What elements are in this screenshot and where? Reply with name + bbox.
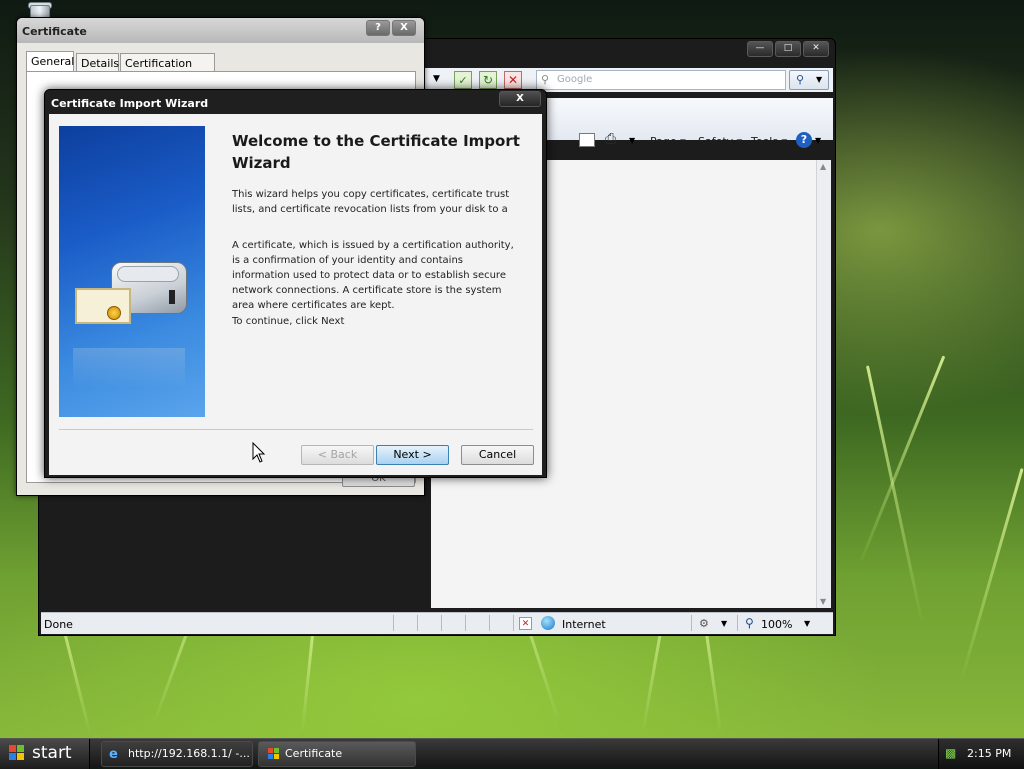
search-input[interactable]: ⚲ Google [536,70,786,90]
vertical-scrollbar[interactable]: ▲ ▼ [816,160,831,608]
scroll-up-icon[interactable]: ▲ [820,162,826,171]
refresh-icon[interactable]: ↻ [479,71,497,89]
page-menu[interactable]: Page ▾ [650,135,686,148]
search-placeholder: Google [557,74,593,85]
wizard-side-banner [59,126,205,417]
taskbar: start e http://192.168.1.1/ -... Certifi… [0,738,1024,769]
wizard-separator [59,429,533,430]
wizard-heading: Welcome to the Certificate Import Wizard [232,132,520,172]
start-button[interactable]: start [0,739,90,769]
popup-blocker-icon[interactable]: ⚙ [699,617,709,630]
certificate-title: Certificate [22,25,87,38]
help-button[interactable]: ? [366,20,390,36]
maximize-button[interactable]: □ [775,41,801,57]
print-icon[interactable]: ⎙ [605,131,616,147]
close-button[interactable]: ✕ [803,41,829,57]
stop-icon[interactable]: ✕ [504,71,522,89]
taskbar-item-browser[interactable]: e http://192.168.1.1/ -... [101,741,253,767]
wizard-close-button[interactable]: X [499,91,541,107]
internet-explorer-icon: e [109,747,118,762]
help-dropdown-icon[interactable]: ▼ [815,136,821,145]
protected-mode-icon[interactable]: ✕ [519,617,532,630]
search-magnifier-icon: ⚲ [541,73,550,86]
wizard-description-text: A certificate, which is issued by a cert… [232,240,514,311]
print-dropdown-icon[interactable]: ▼ [629,136,635,145]
cancel-button[interactable]: Cancel [461,445,534,465]
certificate-close-button[interactable]: X [392,20,416,36]
minimize-button[interactable]: — [747,41,773,57]
system-tray: ▩ 2:15 PM [938,739,1024,769]
tools-menu[interactable]: Tools ▾ [751,135,787,148]
windows-flag-icon [9,745,25,761]
help-icon[interactable]: ? [796,132,812,148]
address-dropdown-arrow-icon[interactable]: ▼ [433,74,440,84]
security-zone-label: Internet [562,618,606,631]
safety-menu[interactable]: Safety ▾ [698,135,742,148]
page-menu-label: Page [650,135,677,148]
compatibility-icon[interactable]: ✓ [454,71,472,89]
wizard-title: Certificate Import Wizard [51,97,209,110]
next-button[interactable]: Next > [376,445,449,465]
zoom-icon: ⚲ [745,616,754,630]
search-options-arrow-icon: ▼ [816,75,823,84]
browser-title-buttons: — □ ✕ [747,41,829,57]
zoom-dropdown-icon[interactable]: ▼ [804,619,810,628]
tools-menu-label: Tools [751,135,779,148]
search-icon: ⚲ [796,73,805,86]
zoom-level[interactable]: 100% [761,618,792,631]
import-wizard-window: Certificate Import Wizard X Welcome to t… [44,89,547,478]
network-icon[interactable]: ▩ [945,746,956,760]
safety-menu-label: Safety [698,135,734,148]
scroll-down-icon[interactable]: ▼ [820,597,826,606]
banner-reflection [73,348,185,388]
internet-zone-icon [541,616,555,630]
wizard-continue-text: To continue, click Next [232,316,345,327]
clock[interactable]: 2:15 PM [967,747,1011,760]
status-bar: Done ✕ Internet ⚙ ▼ ⚲ 100% ▼ [41,612,833,634]
status-text: Done [44,618,73,631]
certificate-store-icon [75,258,193,334]
wizard-intro-text: This wizard helps you copy certificates,… [232,189,510,215]
wizard-body: Welcome to the Certificate Import Wizard… [49,114,542,475]
tab-certification-path[interactable]: Certification Path [120,53,215,83]
popup-dropdown-icon[interactable]: ▼ [721,619,727,628]
start-label: start [32,743,72,763]
tab-general[interactable]: General [26,51,74,72]
back-button[interactable]: < Back [301,445,374,465]
taskbar-item-certificate-label: Certificate [285,747,343,760]
certificate-app-icon [268,748,280,760]
taskbar-item-browser-label: http://192.168.1.1/ -... [128,747,250,760]
mouse-cursor-icon [252,442,266,463]
read-mail-icon[interactable] [579,133,595,147]
search-go-button[interactable]: ⚲ ▼ [789,70,829,90]
certificate-title-bar: Certificate ? X [17,18,424,43]
taskbar-item-certificate[interactable]: Certificate [258,741,416,767]
tab-details[interactable]: Details [76,53,119,71]
